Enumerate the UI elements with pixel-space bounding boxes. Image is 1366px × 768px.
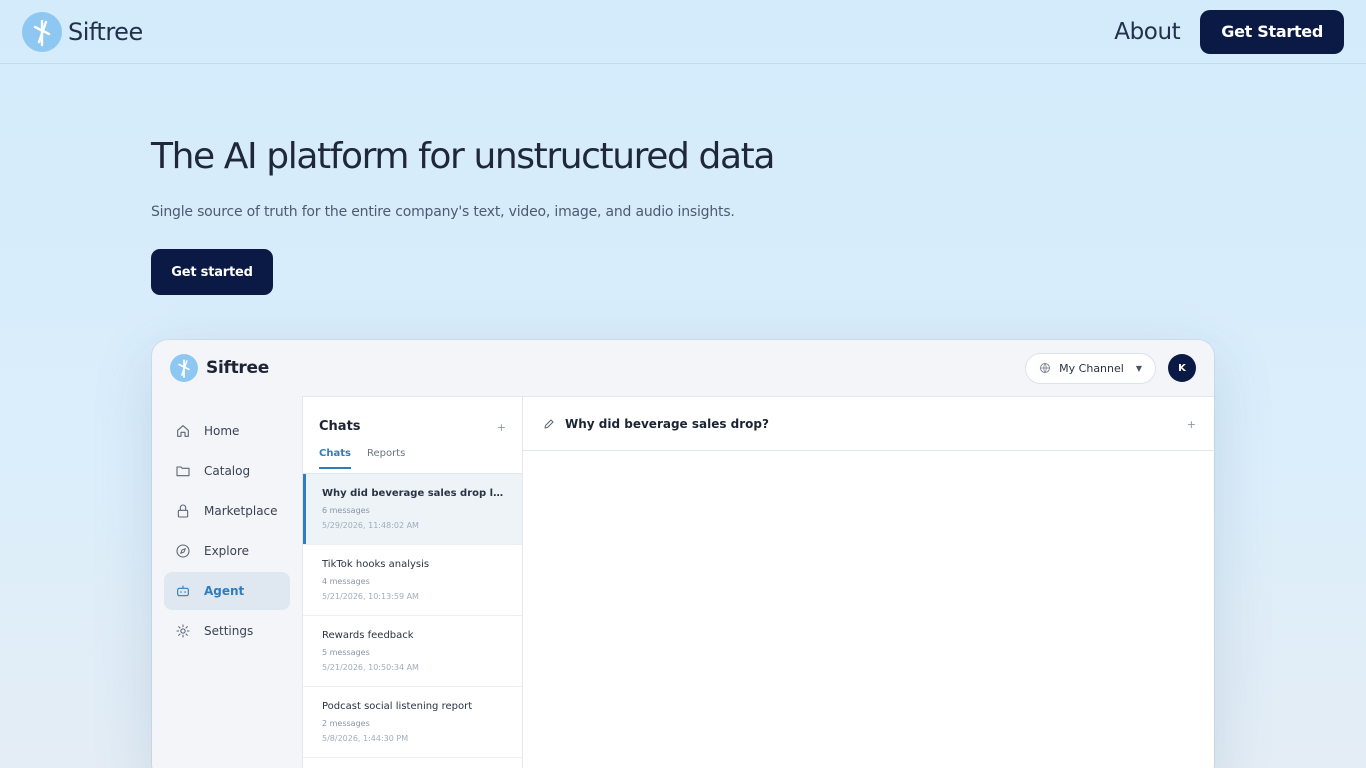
hero-get-started-button[interactable]: Get started [151,249,273,295]
channel-select[interactable]: My Channel ▼ [1025,352,1156,384]
top-nav: Siftree About Get Started [0,0,1366,64]
conversation-panel: Why did beverage sales drop? + [522,396,1214,768]
folder-icon [176,466,190,477]
robot-icon [177,585,189,597]
tab-chats[interactable]: Chats [319,448,351,469]
chats-panel: Chats + Chats Reports Why did beverage s… [302,396,522,768]
siftree-logo-icon [170,354,198,382]
siftree-logo-icon [22,11,62,52]
sidebar-item-label: Catalog [204,464,251,478]
gear-icon [176,624,190,638]
sidebar-item-agent[interactable]: Agent [164,572,290,610]
app-header: Siftree My Channel ▼ K [152,340,1214,396]
nav-right: About Get Started [1114,9,1344,54]
sidebar-item-catalog[interactable]: Catalog [164,452,290,490]
chat-title: TikTok hooks analysis [322,559,430,570]
chat-message-count: 2 messages [322,719,370,728]
conversation-title: Why did beverage sales drop? [565,416,769,431]
compass-icon [176,544,190,558]
chevron-down-icon: ▼ [1135,363,1142,373]
sidebar-item-label: Home [204,424,240,438]
tab-reports[interactable]: Reports [367,448,405,469]
sidebar-item-explore[interactable]: Explore [164,532,290,570]
sidebar-item-settings[interactable]: Settings [164,612,290,650]
app-brand-name: Siftree [206,358,269,378]
chat-list-item[interactable]: TikTok hooks analysis 4 messages 5/21/20… [303,545,522,616]
chat-list-item[interactable]: Podcast social listening report 2 messag… [303,687,522,758]
brand[interactable]: Siftree [22,11,143,52]
chat-message-count: 4 messages [322,577,370,586]
chat-timestamp: 5/21/2026, 10:50:34 AM [322,663,419,672]
chat-message-count: 5 messages [322,648,370,657]
brand-name: Siftree [68,17,143,46]
app-sidebar: Home Catalog Marketplace Explore Agent S… [164,412,290,652]
conversation-header: Why did beverage sales drop? + [523,397,1214,451]
channel-select-label: My Channel [1059,361,1124,375]
chat-title: Why did beverage sales drop last quarter… [322,488,508,499]
lock-icon [177,504,189,518]
chat-list-item[interactable]: Why did beverage sales drop last quarter… [303,474,522,545]
app-header-right: My Channel ▼ K [1025,352,1196,384]
chat-timestamp: 5/21/2026, 10:13:59 AM [322,592,419,601]
globe-icon [1040,363,1051,373]
sidebar-item-marketplace[interactable]: Marketplace [164,492,290,530]
about-link[interactable]: About [1114,19,1180,45]
chats-title: Chats [319,419,361,434]
chat-title: Rewards feedback [322,630,414,641]
chats-tabs: Chats Reports [319,448,405,469]
avatar[interactable]: K [1168,354,1196,382]
sidebar-item-home[interactable]: Home [164,412,290,450]
get-started-button[interactable]: Get Started [1200,9,1344,54]
chats-header: Chats + Chats Reports [303,397,522,474]
chat-title: Podcast social listening report [322,701,473,712]
sidebar-item-label: Settings [204,624,254,638]
new-chat-plus-icon[interactable]: + [497,421,506,434]
chat-list-item[interactable]: Rewards feedback 5 messages 5/21/2026, 1… [303,616,522,687]
chat-timestamp: 5/29/2026, 11:48:02 AM [322,521,419,530]
app-brand[interactable]: Siftree [170,354,269,382]
chat-timestamp: 5/8/2026, 1:44:30 PM [322,734,409,743]
sidebar-item-label: Marketplace [204,504,278,518]
sidebar-item-label: Agent [204,584,245,598]
hero-subtitle: Single source of truth for the entire co… [151,204,735,220]
home-icon [177,425,189,437]
sidebar-item-label: Explore [204,544,250,558]
chat-message-count: 6 messages [322,506,370,515]
conversation-plus-icon[interactable]: + [1187,418,1196,431]
app-preview-window: Siftree My Channel ▼ K Home Catalog Mark… [152,340,1214,768]
pencil-icon[interactable] [543,418,555,430]
hero-title: The AI platform for unstructured data [151,136,775,177]
